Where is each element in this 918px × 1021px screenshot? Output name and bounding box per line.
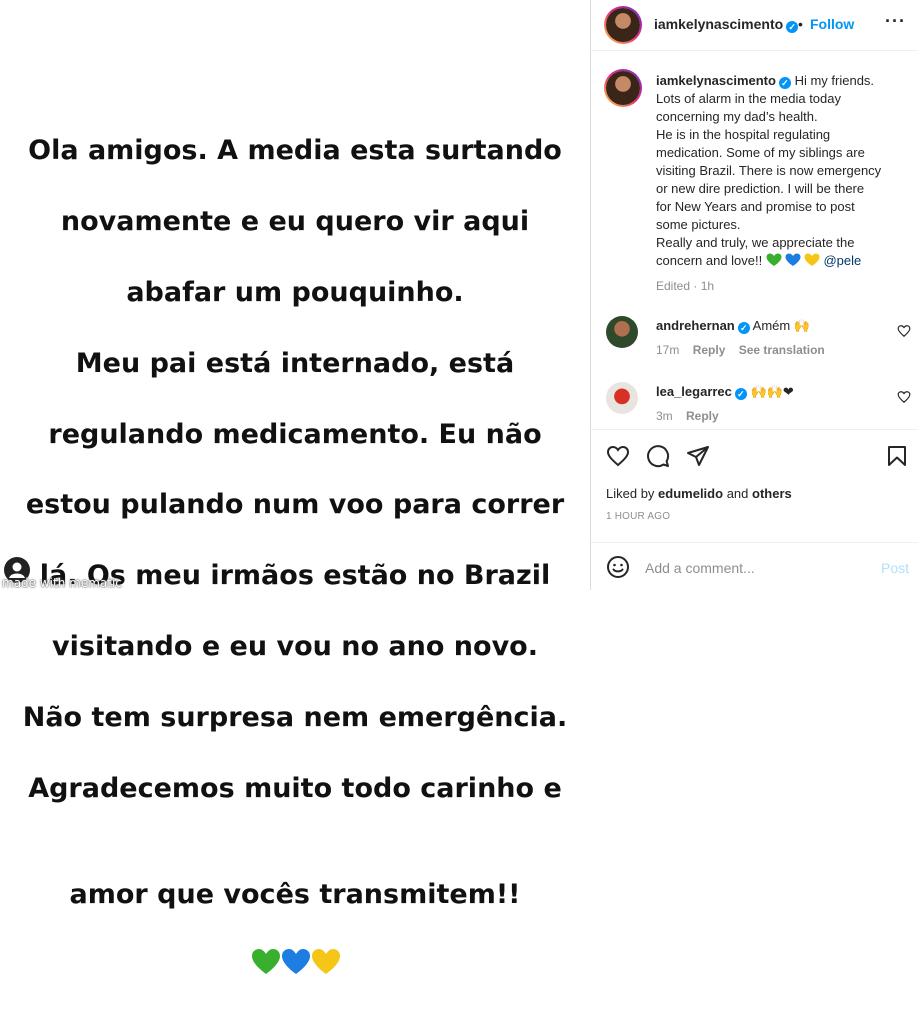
post-actions-divider [591,429,918,430]
commenter-avatar[interactable] [606,382,638,414]
reply-button[interactable]: Reply [693,343,726,357]
profile-photo [606,71,640,105]
caption-first-line: iamkelynascimento ✓ Hi my friends. [656,72,896,90]
story-line: estou pulando num voo para correr [25,489,565,521]
caption-line: He is in the hospital regulating [656,127,831,142]
comment-username-link[interactable]: lea_legarrec [656,384,732,399]
caption-time[interactable]: 1h [701,279,714,293]
caption-line: concern and love!! [656,253,763,268]
share-paper-plane-icon[interactable] [686,444,710,468]
liked-and: and [726,486,749,501]
post-timestamp[interactable]: 1 HOUR AGO [606,511,670,522]
post-caption: iamkelynascimento ✓ Hi my friends. Lots o… [656,72,896,270]
emoji-smiley-icon[interactable] [606,555,630,579]
verified-badge-icon: ✓ [737,322,750,334]
caption-line: medication. Some of my siblings are [656,145,865,160]
save-bookmark-icon[interactable] [885,444,909,468]
verified-badge-icon: ✓ [734,388,747,400]
like-comment-heart-icon[interactable] [897,324,911,338]
verified-badge-icon: ✓ [778,77,791,89]
caption-line: visiting Brazil. There is now emergency [656,163,882,178]
story-line: abafar um pouquinho. [126,277,464,309]
profile-photo [606,8,640,42]
caption-line: Really and truly, we appreciate the [656,235,855,250]
header-username-link[interactable]: iamkelynascimento ✓ [654,16,799,33]
comment-item: lea_legarrec ✓ 🙌🙌❤ [656,384,794,400]
post-header: iamkelynascimento ✓ • Follow ··· [591,0,918,51]
comment-meta: 17m Reply See translation [656,343,825,357]
reply-button[interactable]: Reply [686,409,719,423]
comment-input[interactable] [645,559,855,577]
liked-by-text: Liked by edumelido and others [606,486,792,501]
comment-meta: 3m Reply [656,409,719,423]
story-line: novamente e eu quero vir aqui [60,206,530,238]
story-text: Ola amigos. A media esta surtando novame… [20,98,570,1021]
comment-text: 🙌🙌❤ [750,384,794,399]
watermark-text: made with mematic [2,576,122,590]
caption-line: Lots of alarm in the media today [656,91,841,106]
hearts-emoji-icon [251,912,341,985]
story-line: Meu pai está internado, está [75,347,515,379]
comment-bubble-icon[interactable] [646,444,670,468]
comment-text: Amém 🙌 [752,318,811,333]
mention-link[interactable]: @pele [823,253,861,268]
comment-time[interactable]: 17m [656,343,679,357]
like-comment-heart-icon[interactable] [897,390,911,404]
liked-prefix: Liked by [606,486,655,501]
post-sidebar: iamkelynascimento ✓ • Follow ··· iamkelyn… [591,0,918,590]
post-image[interactable]: Ola amigos. A media esta surtando novame… [0,0,590,974]
story-last-line: amor que vocês transmitem!! [20,842,570,986]
caption-line: some pictures. [656,217,741,232]
caption-last-line: concern and love!! @pele [656,252,896,270]
story-line: visitando e eu vou no ano novo. [52,631,538,663]
username-text: iamkelynascimento [654,16,784,32]
comment-time[interactable]: 3m [656,409,673,423]
caption-line: or new dire prediction. I will be there [656,181,865,196]
caption-line: Hi my friends. [794,73,875,88]
caption-line: concerning my dad’s health. [656,109,818,124]
story-line: regulando medicamento. Eu não [48,418,542,450]
follow-button[interactable]: Follow [810,16,854,32]
caption-line: for New Years and promise to post [656,199,855,214]
comment-username-link[interactable]: andrehernan [656,318,735,333]
hearts-emoji-icon [766,253,820,268]
liked-user-link[interactable]: edumelido [658,486,723,501]
add-comment-bar: Post [591,542,918,591]
avatar[interactable] [604,6,642,44]
like-heart-icon[interactable] [606,444,630,468]
story-line: amor que vocês transmitem!! [69,878,521,910]
caption-meta: Edited · 1h [656,279,715,293]
more-options-icon[interactable]: ··· [885,11,906,32]
see-translation-button[interactable]: See translation [739,343,825,357]
story-line: Agradecemos muito todo carinho e [28,772,562,804]
caption-username-link[interactable]: iamkelynascimento [656,73,776,88]
comment-item: andrehernan ✓ Amém 🙌 [656,318,810,334]
edited-label: Edited [656,279,691,293]
separator-dot: • [798,16,803,32]
story-line: Ola amigos. A media esta surtando [28,135,562,167]
verified-badge-icon: ✓ [786,21,799,33]
story-line: Não tem surpresa nem emergência. [22,701,568,733]
post-comment-button[interactable]: Post [881,560,909,576]
caption-avatar[interactable] [604,69,642,107]
liked-others-link[interactable]: others [752,486,792,501]
commenter-avatar[interactable] [606,316,638,348]
